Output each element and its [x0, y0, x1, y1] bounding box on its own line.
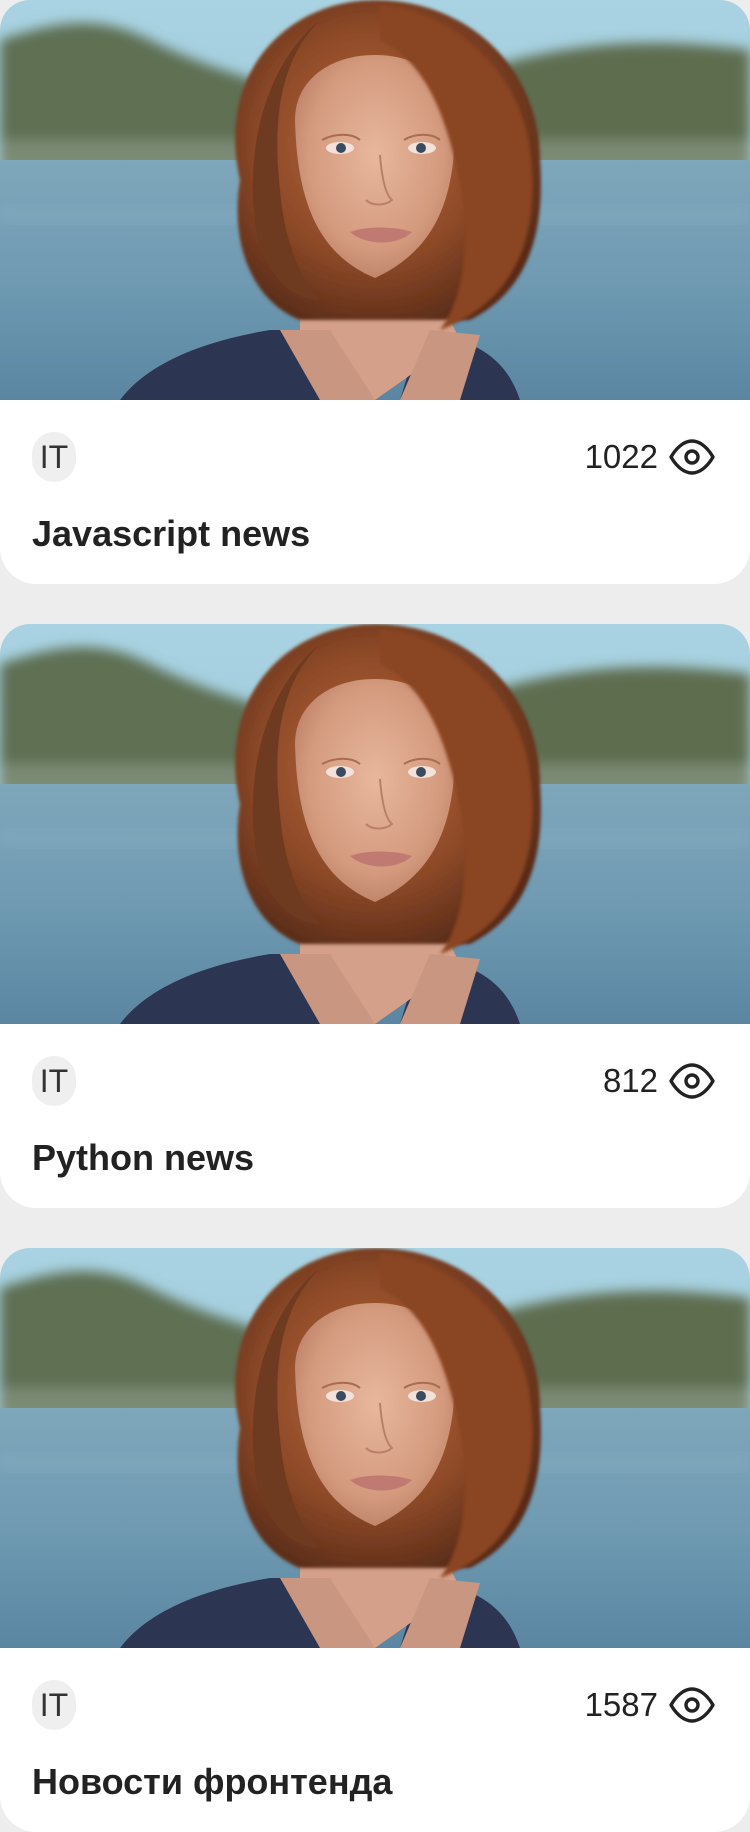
category-tag[interactable]: IT — [32, 1056, 76, 1106]
portrait-photo[interactable] — [0, 624, 750, 1024]
card-meta-row: IT 1022 — [0, 400, 750, 510]
portrait-photo[interactable] — [0, 1248, 750, 1648]
portrait-photo-image — [0, 1248, 750, 1648]
portrait-photo-image — [0, 0, 750, 400]
news-title[interactable]: Javascript news — [32, 510, 310, 558]
category-tag[interactable]: IT — [32, 432, 76, 482]
news-feed: IT 1022 Javascript news IT 812 Python ne… — [0, 0, 750, 1832]
views-counter: 1022 — [585, 432, 716, 482]
category-tag[interactable]: IT — [32, 1680, 76, 1730]
card-meta-row: IT 1587 — [0, 1648, 750, 1758]
news-card[interactable]: IT 1022 Javascript news — [0, 0, 750, 584]
news-title[interactable]: Python news — [32, 1134, 254, 1182]
views-count: 812 — [602, 1062, 658, 1099]
eye-icon — [669, 1063, 715, 1099]
eye-icon — [669, 439, 715, 475]
views-count: 1587 — [584, 1686, 658, 1723]
eye-icon — [669, 1687, 715, 1723]
news-card[interactable]: IT 1587 Новости фронтенда — [0, 1248, 750, 1832]
portrait-photo-image — [0, 624, 750, 1024]
views-count: 1022 — [584, 438, 658, 475]
views-counter: 1587 — [585, 1680, 716, 1730]
news-title[interactable]: Новости фронтенда — [32, 1758, 392, 1806]
views-counter: 812 — [603, 1056, 716, 1106]
portrait-photo[interactable] — [0, 0, 750, 400]
card-meta-row: IT 812 — [0, 1024, 750, 1134]
news-card[interactable]: IT 812 Python news — [0, 624, 750, 1208]
